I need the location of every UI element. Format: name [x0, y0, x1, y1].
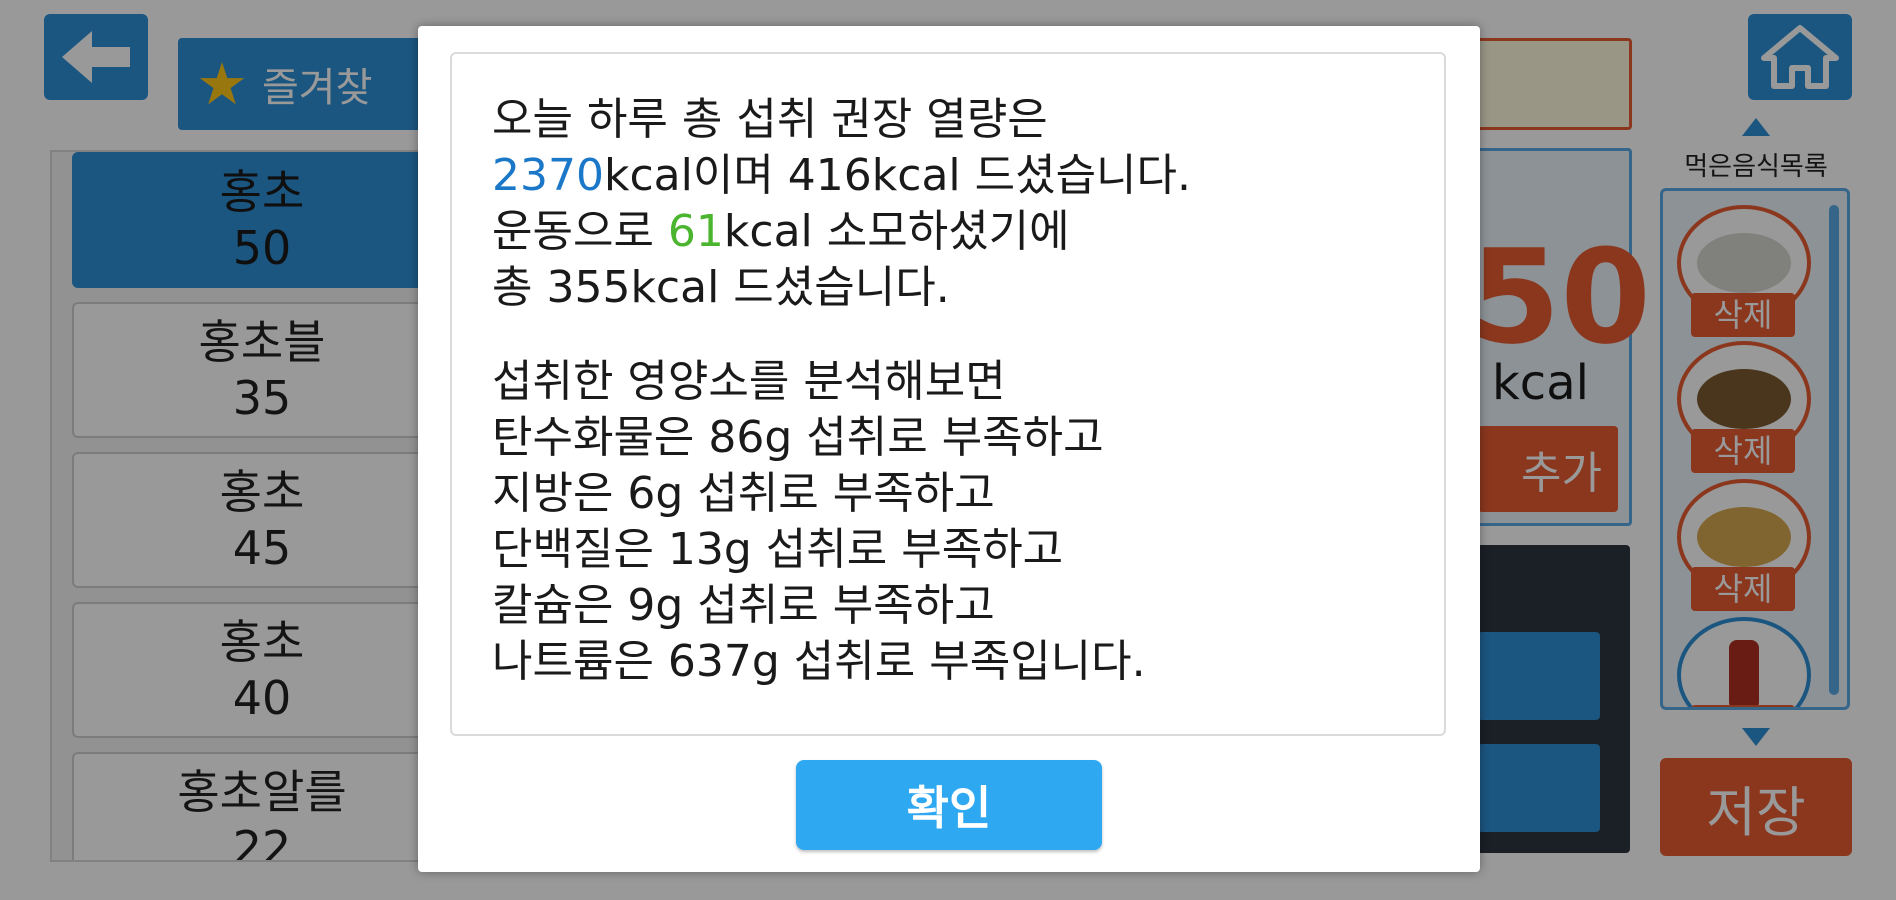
- analysis-calcium: 칼슘은 9g 섭취로 부족하고: [492, 580, 995, 631]
- analysis-sodium: 나트륨은 637g 섭취로 부족입니다.: [492, 636, 1146, 687]
- recommended-kcal-value: 2370: [492, 150, 604, 201]
- summary-line-total: 총 355kcal 드셨습니다.: [492, 262, 950, 313]
- exercise-text: kcal 소모하셨기에: [723, 206, 1070, 257]
- summary-line-recommended: 오늘 하루 총 섭취 권장 열량은: [492, 94, 1048, 145]
- analysis-intro: 섭취한 영양소를 분석해보면: [492, 356, 1006, 407]
- analysis-protein: 단백질은 13g 섭취로 부족하고: [492, 524, 1064, 575]
- exercise-prefix: 운동으로: [492, 206, 668, 257]
- analysis-fat: 지방은 6g 섭취로 부족하고: [492, 468, 995, 519]
- dialog-message-box: 오늘 하루 총 섭취 권장 열량은 2370kcal이며 416kcal 드셨습…: [450, 52, 1446, 736]
- summary-line-exercise: 운동으로 61kcal 소모하셨기에: [492, 204, 1444, 260]
- confirm-button[interactable]: 확인: [796, 760, 1102, 850]
- intake-text: kcal이며 416kcal 드셨습니다.: [603, 150, 1192, 201]
- summary-line-intake: 2370kcal이며 416kcal 드셨습니다.: [492, 148, 1444, 204]
- calorie-summary-dialog: 오늘 하루 총 섭취 권장 열량은 2370kcal이며 416kcal 드셨습…: [418, 26, 1480, 872]
- exercise-kcal-value: 61: [667, 206, 724, 257]
- analysis-carbohydrate: 탄수화물은 86g 섭취로 부족하고: [492, 412, 1104, 463]
